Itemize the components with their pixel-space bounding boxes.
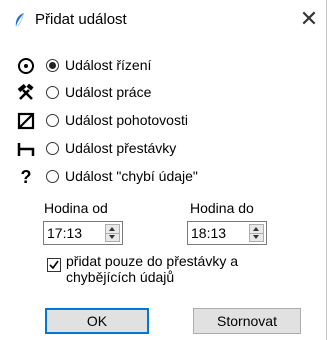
app-feather-icon [12, 12, 28, 28]
hour-from-spin-buttons[interactable] [105, 224, 120, 242]
cancel-button[interactable]: Stornovat [193, 308, 301, 334]
close-button[interactable]: ✕ [296, 6, 322, 32]
radio-standby[interactable] [46, 114, 59, 127]
close-icon: ✕ [299, 6, 319, 31]
title-bar: Přidat událost ✕ [0, 0, 326, 40]
window-title: Přidat událost [35, 11, 127, 28]
event-label: Událost práce [65, 84, 152, 100]
hour-to-label: Hodina do [190, 200, 254, 216]
hour-from-spinner[interactable]: 17:13 [43, 221, 123, 245]
arrow-down-icon [109, 235, 115, 239]
arrow-up-icon [109, 227, 115, 231]
radio-break[interactable] [46, 142, 59, 155]
event-option-break[interactable]: Událost přestávky [0, 136, 326, 160]
arrow-up-icon [253, 227, 259, 231]
radio-work[interactable] [46, 86, 59, 99]
checkmark-icon [49, 260, 59, 270]
event-label: Událost řízení [65, 57, 152, 73]
arrow-down-icon [253, 235, 259, 239]
event-label: Událost "chybí údaje" [65, 168, 198, 184]
event-option-standby[interactable]: Událost pohotovosti [0, 108, 326, 132]
radio-driving[interactable] [46, 59, 59, 72]
break-missing-only-checkbox[interactable] [47, 258, 61, 272]
break-missing-only-label[interactable]: přidat pouze do přestávky a chybějících … [66, 253, 256, 285]
hour-to-spin-buttons[interactable] [249, 224, 264, 242]
hammer-tools-icon [16, 83, 36, 103]
hour-to-value[interactable]: 18:13 [191, 225, 226, 241]
ok-button[interactable]: OK [45, 308, 149, 334]
bed-break-icon [16, 139, 36, 159]
hour-to-spinner[interactable]: 18:13 [187, 221, 267, 245]
add-event-dialog: Přidat událost ✕ Událost řízení Událost … [0, 0, 327, 340]
question-mark-icon: ? [20, 166, 32, 187]
standby-box-icon [16, 111, 36, 131]
event-label: Událost přestávky [65, 140, 177, 156]
event-label: Událost pohotovosti [65, 112, 188, 128]
event-option-missing-data[interactable]: ? Událost "chybí údaje" [0, 164, 326, 188]
radio-missing-data[interactable] [46, 170, 59, 183]
spin-down-button[interactable] [106, 233, 119, 241]
hour-from-label: Hodina od [44, 200, 108, 216]
spin-down-button[interactable] [250, 233, 263, 241]
event-option-driving[interactable]: Událost řízení [0, 53, 326, 77]
hour-from-value[interactable]: 17:13 [47, 225, 82, 241]
event-option-work[interactable]: Událost práce [0, 80, 326, 104]
steering-wheel-icon [16, 56, 36, 76]
